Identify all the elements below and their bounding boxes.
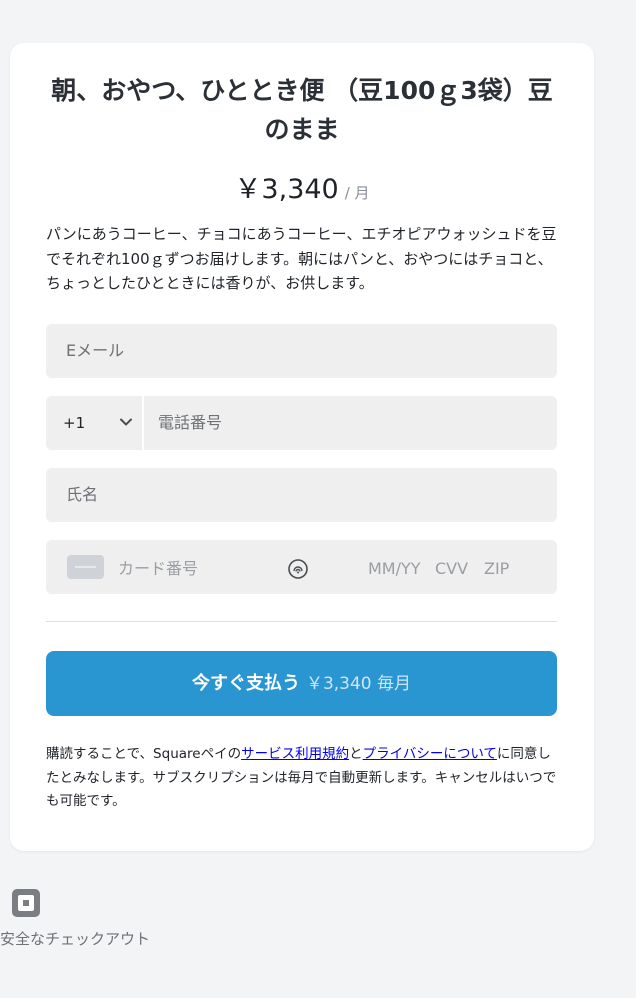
contactless-icon [288,559,308,579]
country-code-value: +1 [63,414,86,432]
legal-and: と [349,746,363,762]
card-input-group[interactable]: カード番号 MM/YY CVV ZIP [46,540,557,594]
name-placeholder: 氏名 [66,485,99,504]
name-field[interactable]: 氏名 [46,468,557,522]
pay-now-button[interactable]: 今すぐ支払う ￥3,340 毎月 [46,651,557,716]
square-logo-icon [12,889,40,917]
pay-button-amount: ￥3,340 毎月 [305,674,412,694]
privacy-link[interactable]: プライバシーについて [363,746,497,762]
credit-card-icon [67,555,104,579]
checkout-card: 朝、おやつ、ひととき便 （豆100ｇ3袋）豆のまま ￥3,340 / 月 パンにあ… [10,43,594,851]
zip-field[interactable]: ZIP [484,540,509,598]
terms-link[interactable]: サービス利用規約 [241,746,349,762]
email-field[interactable]: Eメール [46,324,557,378]
product-description: パンにあうコーヒー、チョコにあうコーヒー、エチオピアウォッシュドを豆でそれぞれ1… [46,225,557,292]
phone-placeholder: 電話番号 [158,413,223,432]
price: ￥3,340 [234,174,339,205]
secure-checkout-label: 安全なチェックアウト [0,930,151,948]
country-code-select[interactable]: +1 [46,396,142,450]
phone-field[interactable]: 電話番号 [144,396,557,450]
price-period: / 月 [344,184,370,202]
card-number-field[interactable]: カード番号 [118,540,198,598]
chevron-down-icon [120,418,132,426]
legal-text: 購読することで、Squareペイのサービス利用規約とプライバシーについてに同意し… [46,743,558,814]
divider [46,621,557,622]
price-row: ￥3,340 / 月 [10,167,594,206]
cvv-field[interactable]: CVV [435,540,468,598]
expiry-field[interactable]: MM/YY [368,540,421,598]
product-title: 朝、おやつ、ひととき便 （豆100ｇ3袋）豆のまま [51,76,553,144]
legal-prefix: 購読することで、Squareペイの [46,746,242,762]
pay-button-label: 今すぐ支払う [191,673,300,694]
email-placeholder: Eメール [66,341,125,360]
